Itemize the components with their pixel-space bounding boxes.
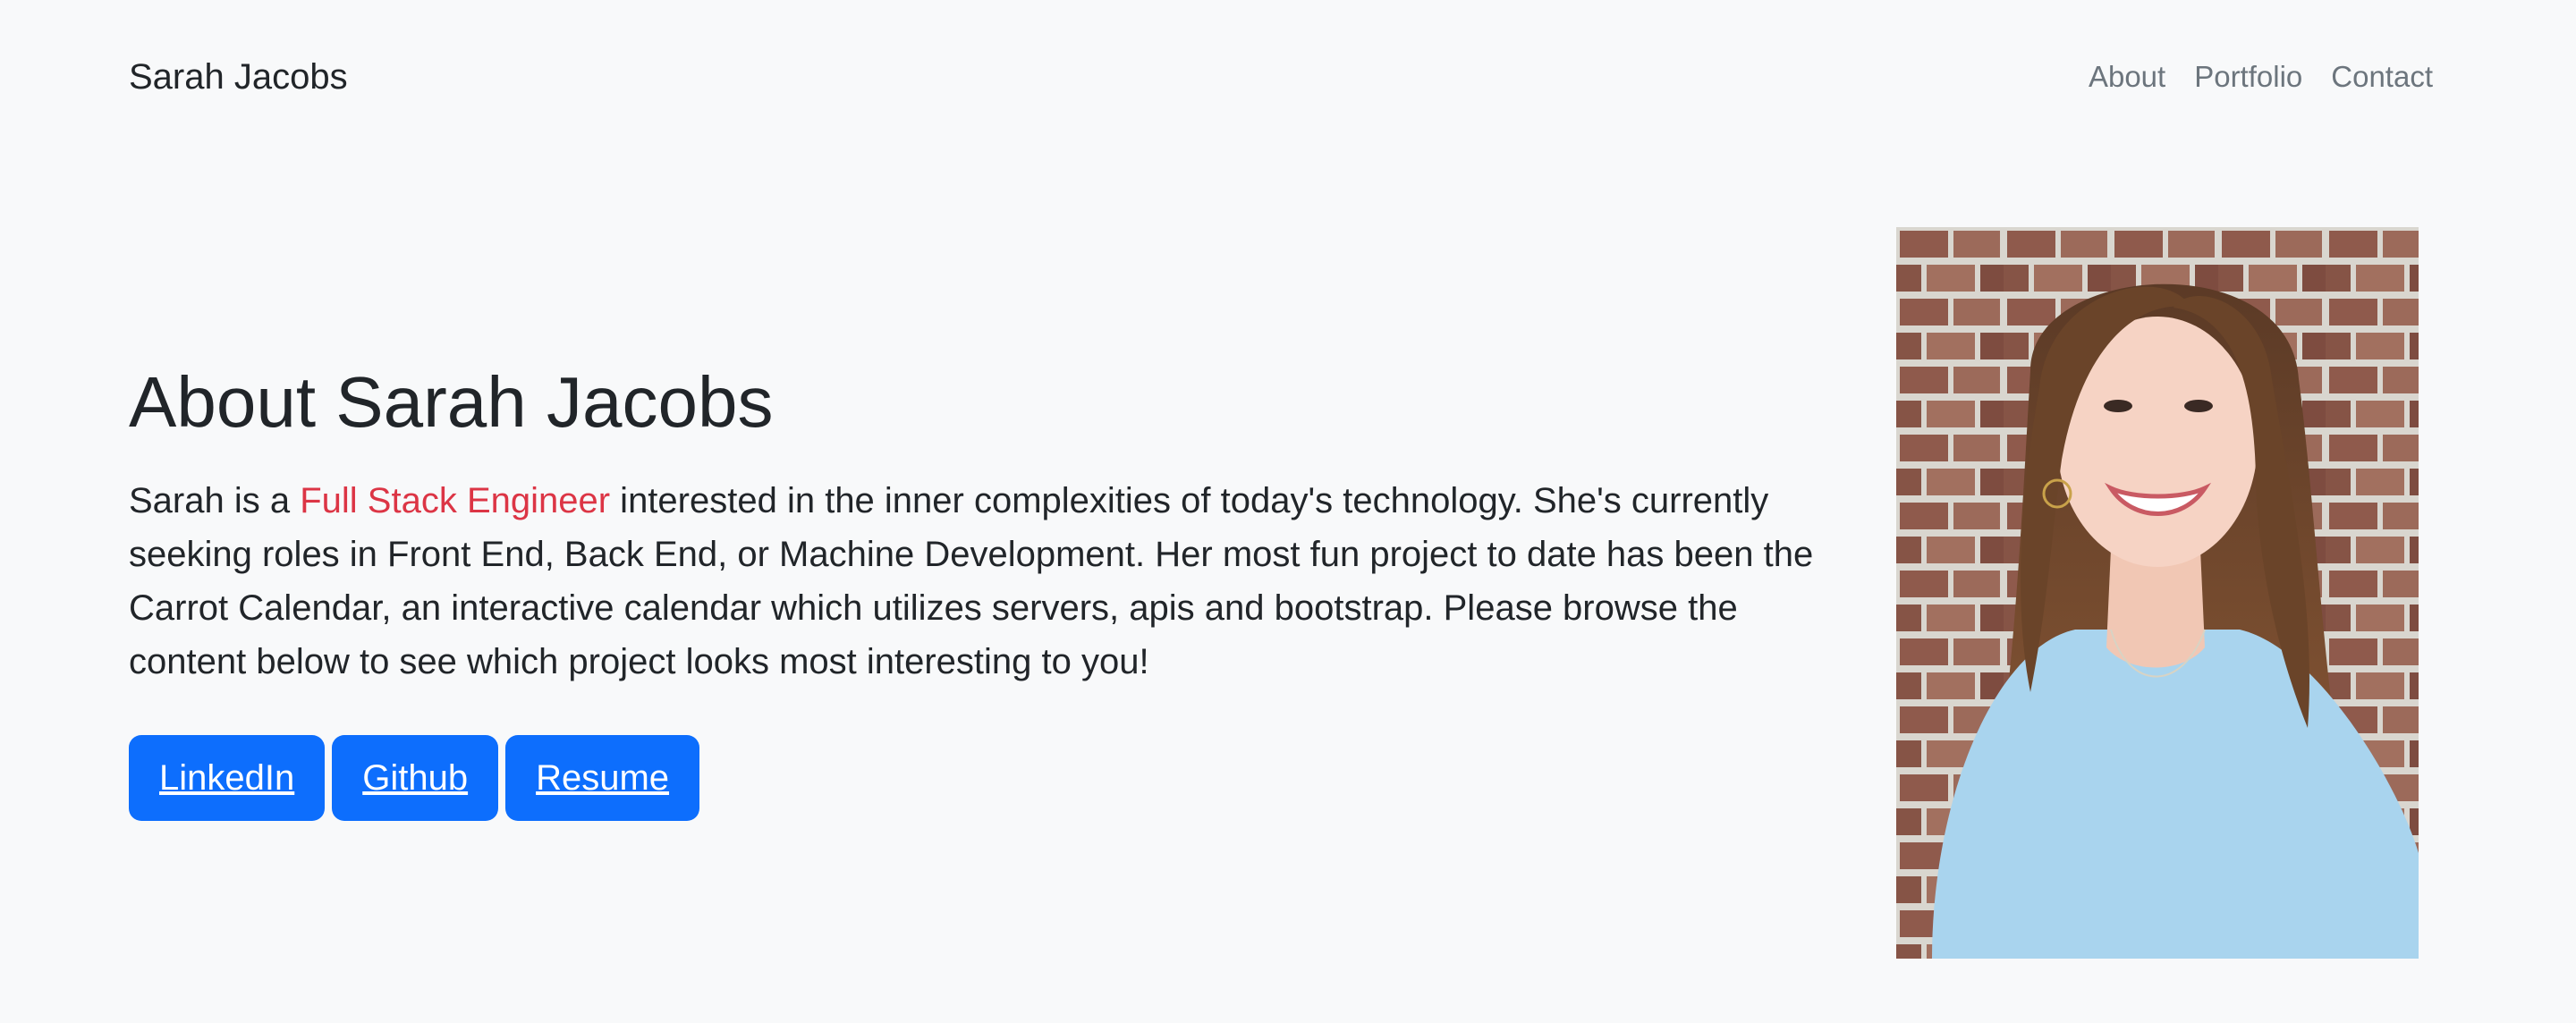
role-highlight: Full Stack Engineer <box>300 481 611 520</box>
nav-link-portfolio[interactable]: Portfolio <box>2194 59 2302 95</box>
about-description: Sarah is a Full Stack Engineer intereste… <box>129 474 1846 689</box>
navbar: Sarah Jacobs About Portfolio Contact <box>0 0 2576 156</box>
github-button[interactable]: Github <box>332 735 499 821</box>
page-title: About Sarah Jacobs <box>129 362 774 442</box>
social-buttons: LinkedIn Github Resume <box>129 735 1846 821</box>
about-section: About Sarah Jacobs Sarah is a Full Stack… <box>129 356 1846 821</box>
portrait-illustration <box>1896 227 2419 959</box>
profile-photo <box>1896 227 2419 959</box>
nav-link-about[interactable]: About <box>2089 59 2165 95</box>
resume-button[interactable]: Resume <box>505 735 700 821</box>
nav-link-contact[interactable]: Contact <box>2331 59 2433 95</box>
description-intro: Sarah is a <box>129 481 301 520</box>
nav-links: About Portfolio Contact <box>2089 59 2433 95</box>
linkedin-button[interactable]: LinkedIn <box>129 735 326 821</box>
brand-link[interactable]: Sarah Jacobs <box>129 55 348 98</box>
